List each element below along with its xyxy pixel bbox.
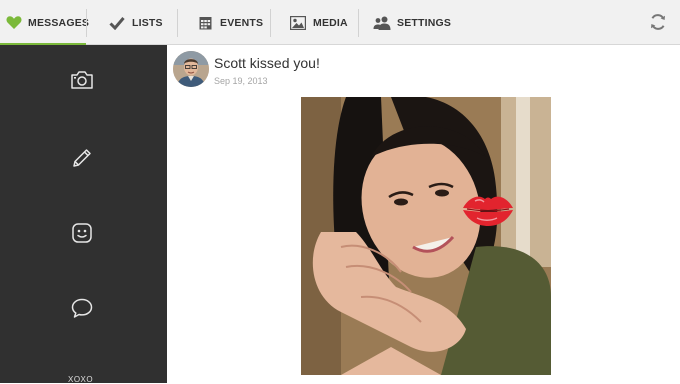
tab-media[interactable]: MEDIA	[289, 0, 348, 45]
tab-events-label: EVENTS	[220, 16, 264, 29]
message-date: Sep 19, 2013	[214, 76, 268, 86]
kiss-lips-icon	[463, 196, 513, 226]
tab-divider	[270, 9, 271, 37]
top-nav-bar: MESSAGES LISTS EVENTS MEDIA SETTINGS	[0, 0, 680, 46]
picture-icon	[289, 14, 307, 32]
message-panel: Scott kissed you! Sep 19, 2013	[167, 45, 680, 383]
tab-messages[interactable]: MESSAGES	[0, 0, 90, 46]
pencil-icon[interactable]	[66, 142, 98, 174]
chat-bubble-icon[interactable]	[66, 292, 98, 324]
tab-lists-label: LISTS	[132, 16, 163, 29]
sidebar: XOXO	[0, 45, 167, 384]
tab-divider	[177, 9, 178, 37]
checkmark-icon	[108, 14, 126, 32]
message-title: Scott kissed you!	[214, 55, 320, 71]
tab-settings-label: SETTINGS	[397, 16, 452, 29]
tab-lists[interactable]: LISTS	[108, 0, 163, 45]
tab-settings[interactable]: SETTINGS	[373, 0, 451, 45]
tab-divider	[358, 9, 359, 37]
camera-icon[interactable]	[66, 64, 98, 96]
tab-divider	[86, 9, 87, 37]
tab-media-label: MEDIA	[313, 16, 348, 29]
avatar[interactable]	[173, 51, 209, 87]
heart-icon	[6, 14, 22, 32]
people-icon	[373, 14, 391, 32]
calendar-icon	[196, 14, 214, 32]
smiley-icon[interactable]	[66, 217, 98, 249]
tab-events[interactable]: EVENTS	[196, 0, 263, 45]
message-photo[interactable]	[301, 97, 551, 375]
refresh-icon[interactable]	[648, 12, 668, 32]
tab-messages-label: MESSAGES	[28, 16, 90, 29]
